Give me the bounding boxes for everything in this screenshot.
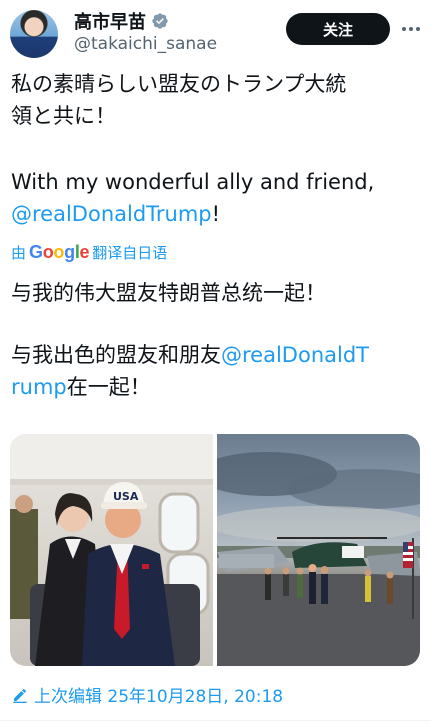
translation-suffix: 翻译自日语 (92, 243, 168, 262)
divider (0, 720, 431, 721)
translation-attribution[interactable]: 由 Google 翻译自日语 (11, 240, 167, 264)
post-text-line: 領と共に！ (11, 104, 116, 128)
post-text-line: rump在一起！ (11, 371, 423, 403)
google-logo: Google (29, 241, 90, 262)
author-name-row: 高市早苗 (74, 8, 169, 34)
mention-link[interactable]: rump (11, 375, 67, 399)
post-text-english: With my wonderful ally and friend, @real… (11, 166, 423, 230)
author-handle[interactable]: @takaichi_sanae (74, 34, 217, 54)
photo-aircraft-carrier-illustration (217, 452, 420, 666)
edited-label: 上次编辑 25年10月28日, 20:18 (34, 687, 284, 707)
translation-prefix: 由 (11, 243, 27, 262)
translated-text-suffix: 在一起！ (66, 375, 151, 399)
edited-indicator[interactable]: 上次编辑 25年10月28日, 20:18 (12, 682, 283, 707)
post-text-japanese: 私の素晴らしい盟友のトランプ大統 領と共に！ (11, 68, 423, 132)
more-options-icon[interactable] (396, 14, 426, 44)
post-text-line: 与我出色的盟友和朋友@realDonaldT (11, 339, 423, 371)
photo-airplane-cabin-illustration: USA (10, 434, 213, 666)
translated-text-block: 与我出色的盟友和朋友@realDonaldT rump在一起！ (11, 339, 423, 403)
cap-text: USA (113, 490, 139, 503)
post-text-line: @realDonaldTrump! (11, 198, 423, 230)
author-display-name[interactable]: 高市早苗 (74, 8, 146, 34)
post-text-line: 私の素晴らしい盟友のトランプ大統 (11, 72, 347, 96)
verified-badge-icon (152, 13, 168, 29)
post-header: 高市早苗 @takaichi_sanae 关注 (0, 0, 431, 62)
photo-aircraft-carrier[interactable] (217, 434, 420, 666)
photo-airplane-cabin[interactable]: USA (10, 434, 213, 666)
mention-link[interactable]: @realDonaldT (221, 343, 369, 367)
post-text-line: With my wonderful ally and friend, (11, 170, 375, 194)
post-text-suffix: ! (211, 202, 221, 226)
translated-text-line1: 与我的伟大盟友特朗普总统一起！ (11, 281, 326, 305)
translated-text-prefix: 与我出色的盟友和朋友 (11, 343, 221, 367)
follow-button[interactable]: 关注 (286, 13, 390, 45)
post-media: USA (10, 434, 420, 666)
author-avatar[interactable] (10, 10, 58, 58)
mention-link[interactable]: @realDonaldTrump (11, 202, 212, 226)
pencil-icon (13, 688, 27, 703)
